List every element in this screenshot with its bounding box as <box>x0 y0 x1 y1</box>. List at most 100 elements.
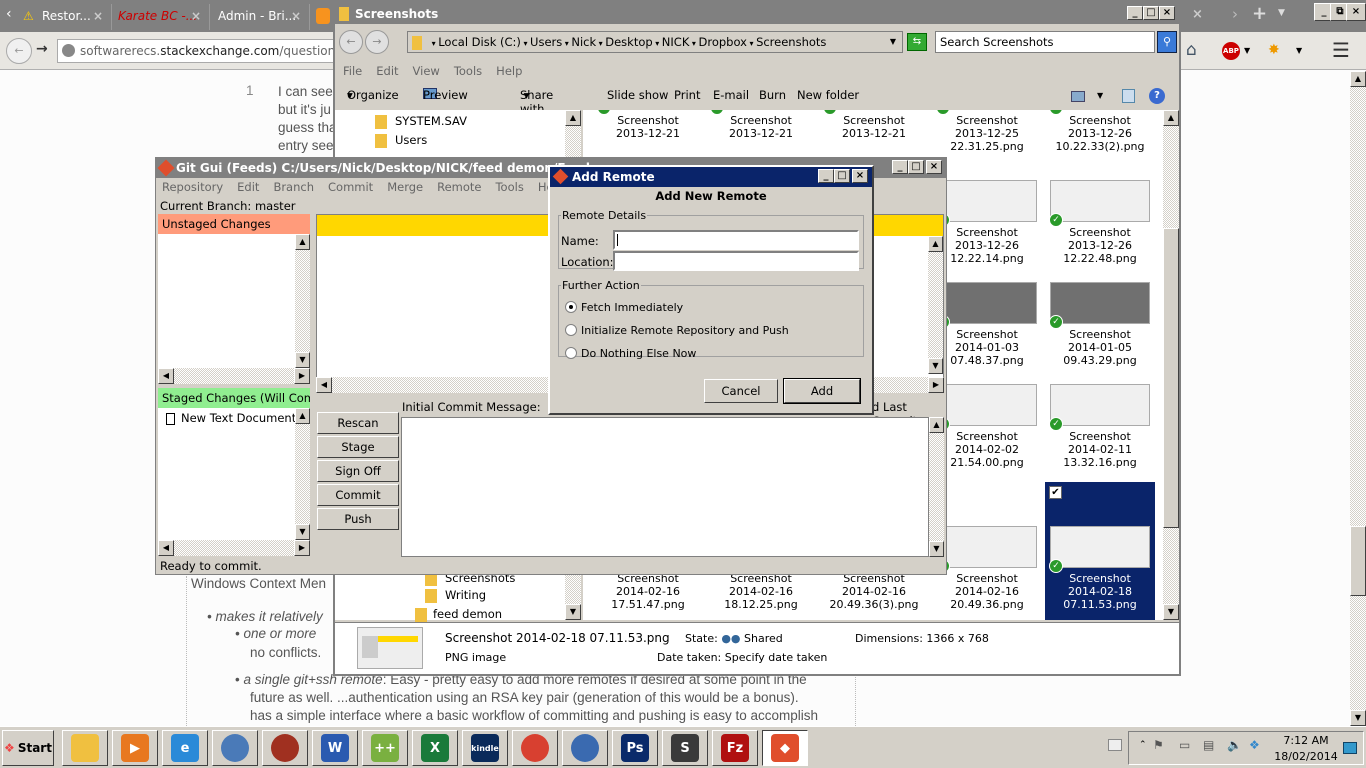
menu-item-view[interactable]: View <box>413 64 440 78</box>
scroll-up-button[interactable]: ▲ <box>1350 71 1366 87</box>
taskbar-sublime-text[interactable]: S <box>662 730 708 766</box>
search-icon[interactable]: ⚲ <box>1157 31 1177 53</box>
taskbar-thunderbird[interactable] <box>212 730 258 766</box>
scroll-thumb[interactable] <box>1350 526 1366 596</box>
radio-button[interactable] <box>565 347 577 359</box>
taskbar-chrome[interactable] <box>512 730 558 766</box>
scroll-down-button[interactable]: ▼ <box>1350 710 1366 726</box>
location-input[interactable] <box>613 251 859 271</box>
selection-checkbox[interactable]: ✔ <box>1049 486 1062 499</box>
maximize-button[interactable]: □ <box>834 169 850 183</box>
print-button[interactable]: Print <box>674 88 700 102</box>
file-item[interactable]: ✓ Screenshot 2014-02-18 07.11.53.png ✔ <box>1045 482 1155 620</box>
browser-tab-restore[interactable]: ⚠ Restor... × <box>20 4 112 30</box>
adblock-plus-icon[interactable]: ABP <box>1222 42 1240 60</box>
fetch-immediately-option[interactable]: Fetch Immediately <box>559 300 859 316</box>
start-button[interactable]: ❖ Start <box>2 730 54 766</box>
usb-device-icon[interactable]: ▭ <box>1179 738 1190 752</box>
help-icon[interactable]: ? <box>1149 88 1165 104</box>
menu-item-commit[interactable]: Commit <box>328 180 373 194</box>
clock-time[interactable]: 7:12 AM <box>1276 734 1336 747</box>
tab-scroll-right-icon[interactable]: › <box>1232 5 1238 23</box>
scroll-down-button[interactable]: ▼ <box>565 604 581 620</box>
unstaged-hscrollbar[interactable]: ◀ ▶ <box>158 368 310 384</box>
file-item[interactable]: ✓Screenshot2013-12-2522.31.25.png <box>932 110 1042 153</box>
minimize-button[interactable]: _ <box>892 160 908 174</box>
share-with-button[interactable]: Share with ▾ <box>520 88 553 116</box>
minimize-button[interactable]: _ <box>1127 6 1143 20</box>
scroll-left-button[interactable]: ◀ <box>158 540 174 556</box>
menu-item-edit[interactable]: Edit <box>376 64 398 78</box>
email-button[interactable]: E-mail <box>713 88 749 102</box>
keyboard-icon[interactable] <box>1108 739 1122 751</box>
commit-message-input[interactable] <box>401 417 929 557</box>
breadcrumb-separator[interactable]: ▾ <box>521 39 530 48</box>
file-item[interactable]: ✓Screenshot2014-02-1620.49.36.png <box>932 526 1042 611</box>
breadcrumb-item[interactable]: Users <box>530 35 562 49</box>
staged-scrollbar[interactable]: ▲ ▼ <box>295 408 310 540</box>
new-folder-button[interactable]: New folder <box>797 88 859 102</box>
browser-close-button[interactable]: × <box>1346 3 1366 21</box>
scroll-right-button[interactable]: ▶ <box>294 540 310 556</box>
commit-button[interactable]: Commit <box>317 484 399 506</box>
chevron-down-icon[interactable]: ▼ <box>890 32 896 52</box>
firebug-icon[interactable]: ✸ <box>1268 42 1280 58</box>
search-input[interactable]: Search Screenshots <box>935 31 1155 53</box>
preview-button[interactable]: Preview ▾ <box>423 88 468 102</box>
add-button[interactable]: Add <box>783 378 861 404</box>
back-button[interactable]: ← <box>6 38 32 64</box>
home-icon[interactable]: ⌂ <box>1186 40 1197 60</box>
file-item[interactable]: ✓ Screenshot 2014-02-11 13.32.16.png <box>1045 384 1155 469</box>
new-tab-icon[interactable]: + <box>1252 3 1267 24</box>
breadcrumb-item[interactable]: Local Disk (C:) <box>438 35 521 49</box>
stage-changed-button[interactable]: Stage Changed <box>317 436 399 474</box>
back-button[interactable]: ← <box>339 30 363 54</box>
forward-button[interactable]: → <box>365 30 389 54</box>
close-button[interactable]: × <box>1159 6 1175 20</box>
taskbar-firefox[interactable] <box>262 730 308 766</box>
taskbar-internet-explorer[interactable]: e <box>162 730 208 766</box>
show-desktop-button[interactable] <box>1343 742 1357 754</box>
action-center-flag-icon[interactable]: ⚑ <box>1153 738 1164 752</box>
close-tab-icon[interactable]: × <box>93 4 103 28</box>
menu-icon[interactable]: ☰ <box>1332 38 1350 62</box>
tree-item[interactable]: SYSTEM.SAV <box>375 114 467 129</box>
volume-icon[interactable]: 🔈 <box>1227 738 1242 752</box>
file-item[interactable]: ✓Screenshot2013-12-2612.22.14.png <box>932 180 1042 265</box>
breadcrumb-separator[interactable]: ▾ <box>653 39 662 48</box>
close-button[interactable]: × <box>852 169 868 183</box>
menu-item-repository[interactable]: Repository <box>162 180 223 194</box>
menu-item-help[interactable]: Help <box>496 64 522 78</box>
clock-date[interactable]: 18/02/2014 <box>1274 750 1338 763</box>
push-button[interactable]: Push <box>317 508 399 530</box>
dropbox-icon[interactable]: ❖ <box>1249 738 1260 752</box>
url-bar[interactable]: softwarerecs.stackexchange.com/questions… <box>57 39 337 63</box>
scroll-down-button[interactable]: ▼ <box>928 358 943 374</box>
tab-scroll-left-icon[interactable]: ‹ <box>6 6 12 22</box>
tab-list-icon[interactable]: ▼ <box>1278 8 1285 18</box>
file-item[interactable]: ✓ Screenshot 2013-12-26 12.22.48.png <box>1045 180 1155 265</box>
scroll-down-button[interactable]: ▼ <box>295 524 310 540</box>
views-icon[interactable] <box>1071 91 1085 102</box>
file-item[interactable]: ✓Screenshot2014-02-0221.54.00.png <box>932 384 1042 469</box>
scroll-down-button[interactable]: ▼ <box>1163 604 1179 620</box>
cancel-button[interactable]: Cancel <box>704 379 778 403</box>
name-input[interactable] <box>613 230 859 250</box>
init-and-push-option[interactable]: Initialize Remote Repository and Push <box>559 323 859 339</box>
unstaged-file-list[interactable] <box>158 234 295 368</box>
rescan-button[interactable]: Rescan <box>317 412 399 434</box>
scroll-up-button[interactable]: ▲ <box>928 236 943 252</box>
show-hidden-icons[interactable]: ⌃ <box>1139 740 1147 750</box>
sign-off-button[interactable]: Sign Off <box>317 460 399 482</box>
tree-item[interactable]: Users <box>375 133 427 148</box>
slide-show-button[interactable]: Slide show <box>607 88 668 102</box>
menu-item-merge[interactable]: Merge <box>387 180 423 194</box>
commit-scrollbar[interactable]: ▲ ▼ <box>929 417 944 557</box>
scroll-left-button[interactable]: ◀ <box>158 368 174 384</box>
close-tab-icon[interactable]: × <box>291 4 301 28</box>
breadcrumb-separator[interactable]: ▾ <box>747 39 756 48</box>
scroll-left-button[interactable]: ◀ <box>316 377 332 393</box>
network-icon[interactable]: ▤ <box>1203 738 1214 752</box>
menu-item-branch[interactable]: Branch <box>273 180 314 194</box>
taskbar-windows-explorer[interactable] <box>62 730 108 766</box>
